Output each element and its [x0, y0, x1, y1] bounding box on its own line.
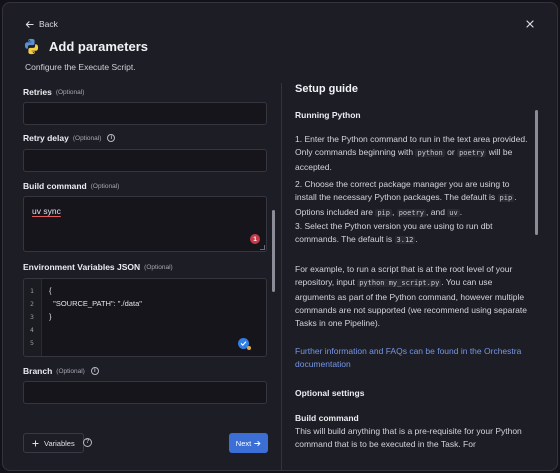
line-number-gutter: 1 2 3 4 5 — [24, 279, 42, 356]
inline-code: poetry — [396, 208, 427, 217]
guide-section-heading: Running Python — [295, 110, 361, 120]
resize-handle[interactable] — [260, 245, 265, 250]
code-line: { — [49, 286, 52, 295]
build-command-value: uv sync — [32, 206, 61, 216]
guide-paragraph: 1. Enter the Python command to run in th… — [295, 134, 528, 172]
optional-tag: (Optional) — [72, 134, 102, 142]
guide-paragraph: This will build anything that is a pre-r… — [295, 426, 522, 450]
inline-code: python — [415, 149, 445, 158]
guide-title: Setup guide — [295, 83, 358, 95]
variables-button[interactable]: Variables — [23, 433, 84, 453]
branch-label: Branch (Optional) i — [23, 366, 99, 376]
line-number: 2 — [30, 300, 34, 308]
line-number: 3 — [30, 313, 34, 321]
guide-scrollbar[interactable] — [535, 110, 538, 235]
back-button[interactable]: Back — [25, 19, 58, 29]
retries-input[interactable] — [23, 102, 267, 125]
optional-tag: (Optional) — [56, 367, 85, 375]
info-icon[interactable]: i — [90, 367, 99, 375]
build-command-textarea[interactable]: uv sync 1 — [23, 196, 267, 252]
line-number: 1 — [30, 287, 34, 295]
next-label: Next — [235, 438, 252, 448]
inline-code: 3.12 — [394, 236, 416, 245]
retry-delay-input[interactable] — [23, 149, 267, 172]
line-number: 5 — [30, 339, 34, 347]
inline-code: uv — [447, 208, 460, 217]
inline-code: python my_script.py — [357, 279, 442, 288]
guide-subheading: Build command — [295, 413, 359, 423]
inline-code: pip — [375, 208, 392, 217]
arrow-right-icon — [254, 440, 261, 446]
optional-tag: (Optional) — [144, 263, 173, 271]
retry-delay-label: Retry delay (Optional) i — [23, 133, 116, 143]
guide-paragraph: 3. Select the Python version you are usi… — [295, 221, 493, 245]
code-line: } — [49, 312, 52, 321]
env-json-editor[interactable]: 1 2 3 4 5 { "SOURCE_PATH": "./data" } — [23, 278, 267, 357]
guide-paragraph: 2. Choose the correct package manager yo… — [295, 179, 517, 217]
page-subtitle: Configure the Execute Script. — [25, 62, 136, 72]
guide-section-heading: Optional settings — [295, 388, 365, 398]
guide-paragraph: For example, to run a script that is at … — [295, 264, 527, 329]
close-icon — [526, 20, 534, 28]
python-logo-icon — [24, 38, 39, 55]
form-footer: Variables ? Next — [3, 426, 277, 470]
help-icon[interactable]: ? — [83, 438, 92, 447]
inline-code: pip — [497, 194, 515, 203]
setup-guide-panel: Setup guide Running Python 1. Enter the … — [282, 75, 557, 470]
close-button[interactable] — [523, 17, 537, 31]
info-icon[interactable]: i — [107, 134, 116, 142]
plus-icon — [32, 439, 39, 447]
retries-label: Retries (Optional) — [23, 87, 85, 97]
build-command-label: Build command (Optional) — [23, 181, 120, 191]
page-title: Add parameters — [49, 39, 148, 54]
arrow-left-icon — [25, 20, 34, 28]
documentation-link[interactable]: Further information and FAQs can be foun… — [295, 345, 533, 372]
next-button[interactable]: Next — [229, 433, 268, 453]
branch-input[interactable] — [23, 381, 267, 404]
title-row: Add parameters — [23, 38, 148, 55]
optional-tag: (Optional) — [90, 182, 120, 190]
error-badge[interactable]: 1 — [250, 234, 260, 244]
status-dot — [247, 346, 251, 350]
add-parameters-modal: Back Add parameters Configure the Execut… — [2, 2, 558, 471]
variables-label: Variables — [44, 438, 75, 448]
parameters-form: Retries (Optional) Retry delay (Optional… — [3, 81, 277, 426]
form-scrollbar[interactable] — [272, 210, 275, 292]
optional-tag: (Optional) — [55, 88, 85, 96]
inline-code: poetry — [457, 149, 487, 158]
env-json-label: Environment Variables JSON (Optional) — [23, 262, 173, 272]
back-label: Back — [39, 19, 58, 29]
line-number: 4 — [30, 326, 34, 334]
code-line: "SOURCE_PATH": "./data" — [49, 299, 142, 308]
